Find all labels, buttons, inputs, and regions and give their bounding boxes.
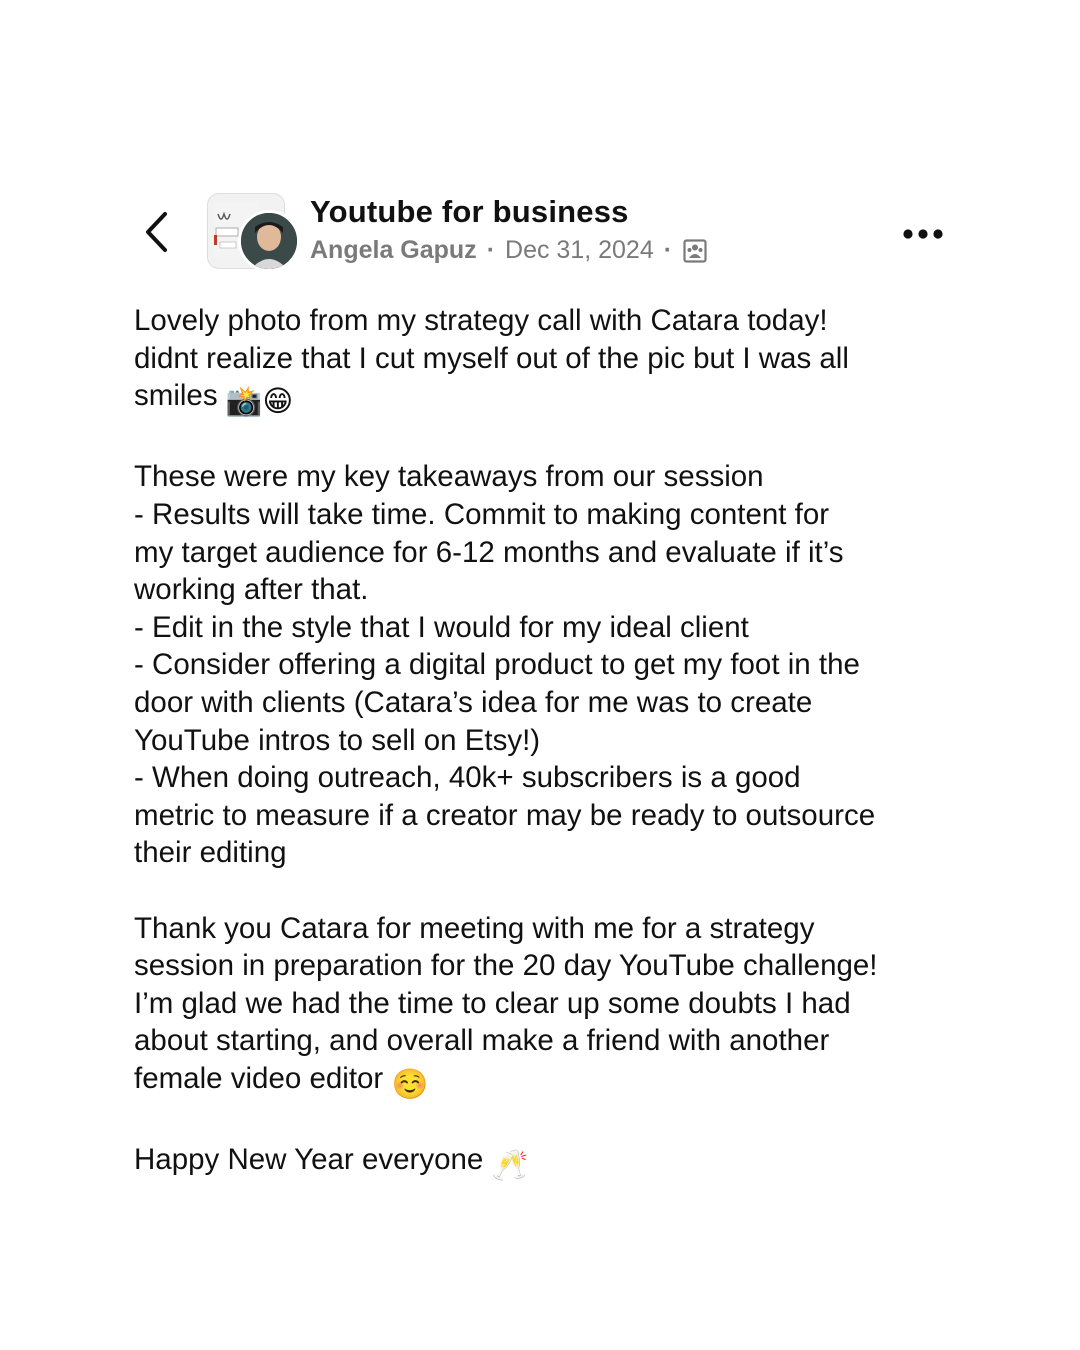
profile-photo-icon — [241, 213, 297, 269]
post-header: Youtube for business Angela Gapuz · Dec … — [0, 188, 1080, 278]
chevron-left-icon — [146, 212, 167, 252]
members-only-group-icon — [682, 238, 708, 264]
user-avatar[interactable] — [238, 210, 300, 272]
post-line: door with clients (Catara’s idea for me … — [134, 685, 813, 719]
post-line: working after that. — [134, 573, 369, 607]
post-line: didnt realize that I cut myself out of t… — [134, 341, 849, 375]
post-meta: Angela Gapuz · Dec 31, 2024 · — [310, 236, 708, 265]
more-options-button[interactable] — [898, 216, 948, 252]
back-button[interactable] — [136, 210, 176, 254]
post-line: - Consider offering a digital product to… — [134, 648, 860, 682]
post-line-text: Happy New Year everyone — [134, 1143, 484, 1177]
post-line: Happy New Year everyone 🥂 — [134, 1141, 954, 1185]
post-line: about starting, and overall make a frien… — [134, 1024, 830, 1058]
clinking-glasses-emoji-icon: 🥂 — [491, 1149, 529, 1183]
post-line: session in preparation for the 20 day Yo… — [134, 949, 878, 983]
post-line: their editing — [134, 836, 287, 870]
author-name[interactable]: Angela Gapuz — [310, 236, 477, 265]
post-line: smiles 📸😁 — [134, 377, 954, 421]
post-line: - Results will take time. Commit to maki… — [134, 497, 830, 531]
post-line: I’m glad we had the time to clear up som… — [134, 986, 851, 1020]
post-line: my target audience for 6-12 months and e… — [134, 535, 844, 569]
smiling-face-emoji-icon: ☺️ — [391, 1067, 429, 1101]
post-line: YouTube intros to sell on Etsy!) — [134, 723, 541, 757]
post-body: Lovely photo from my strategy call with … — [134, 302, 954, 1185]
post-line: Thank you Catara for meeting with me for… — [134, 911, 815, 945]
meta-separator: · — [486, 236, 496, 264]
grinning-face-emoji-icon: 😁 — [262, 385, 294, 419]
post-line: - Edit in the style that I would for my … — [134, 610, 749, 644]
more-horizontal-icon — [903, 229, 943, 239]
post-line: Lovely photo from my strategy call with … — [134, 304, 828, 337]
group-name[interactable]: Youtube for business — [310, 194, 629, 230]
post-date: Dec 31, 2024 — [505, 236, 654, 264]
post-line-text: female video editor — [134, 1061, 384, 1095]
post-line-text: smiles — [134, 379, 218, 413]
post-line: metric to measure if a creator may be re… — [134, 798, 876, 832]
post-line: - When doing outreach, 40k+ subscribers … — [134, 761, 801, 795]
post-line: female video editor ☺️ — [134, 1060, 954, 1104]
meta-separator: · — [663, 236, 673, 264]
camera-flash-emoji-icon: 📸 — [225, 385, 263, 419]
post-line: These were my key takeaways from our ses… — [134, 460, 764, 494]
